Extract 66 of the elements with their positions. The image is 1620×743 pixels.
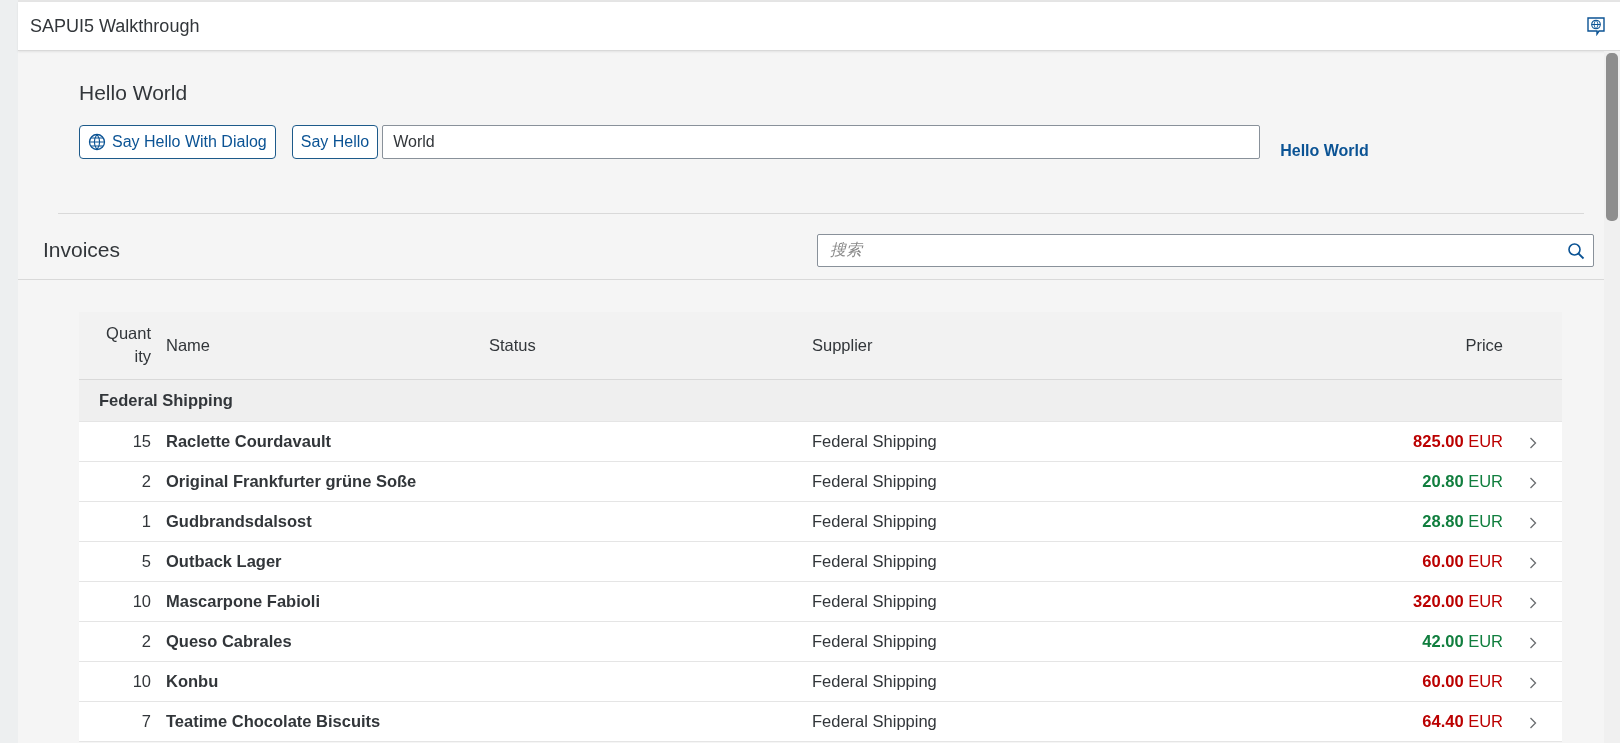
chevron-right-icon [1529, 556, 1537, 569]
chevron-right-icon [1529, 596, 1537, 609]
invoice-row[interactable]: 10 Konbu Federal Shipping 60.00 EUR [79, 661, 1562, 702]
quantity-text: 2 [141, 472, 151, 491]
chevron-right-icon [1529, 436, 1537, 449]
quantity-text: 1 [141, 512, 151, 531]
column-header: Supplier [812, 335, 873, 354]
chevron-right-icon [1529, 476, 1537, 489]
invoices-title: Invoices [43, 237, 121, 264]
product-name: Gudbrandsdalsost [166, 512, 312, 531]
supplier-name: Federal Shipping [812, 712, 937, 731]
invoice-row[interactable]: 10 Mascarpone Fabioli Federal Shipping 320.00 EUR [79, 581, 1562, 622]
chevron-right-icon [1529, 636, 1537, 649]
column-header: Price [1465, 335, 1503, 354]
price-text: 60.00 EUR [1422, 552, 1503, 571]
globe-icon [88, 132, 106, 151]
price-text: 60.00 EUR [1422, 672, 1503, 691]
quantity-text: 2 [141, 632, 151, 651]
price-text: 42.00 EUR [1422, 632, 1503, 651]
app-title: SAPUI5 Walkthrough [30, 14, 200, 38]
price-text: 825.00 EUR [1413, 432, 1503, 451]
quantity-text: 15 [132, 432, 151, 451]
quantity-text: 7 [141, 712, 151, 731]
say-hello-button[interactable]: Say Hello [291, 124, 379, 159]
group-header: Federal Shipping [99, 391, 233, 410]
product-name: Outback Lager [166, 552, 282, 571]
invoice-row[interactable]: 5 Outback Lager Federal Shipping 60.00 EUR [79, 541, 1562, 582]
invoice-row[interactable]: 1 Gudbrandsdalsost Federal Shipping 28.80 EUR [79, 501, 1562, 542]
name-input-field[interactable]: World [382, 124, 1261, 159]
quantity-text: 5 [141, 552, 151, 571]
supplier-name: Federal Shipping [812, 672, 937, 691]
scrollbar[interactable] [1604, 51, 1620, 743]
invoice-row[interactable]: 15 Raclette Courdavault Federal Shipping 825.00 EUR [79, 421, 1562, 462]
column-header: Quantity [105, 323, 151, 368]
invoice-row[interactable]: 2 Original Frankfurter grüne Soße Federal Shipping 20.80 EUR [79, 461, 1562, 502]
chevron-right-icon [1529, 676, 1537, 689]
supplier-name: Federal Shipping [812, 592, 937, 611]
say-hello-dialog-button[interactable]: Say Hello With Dialog [79, 124, 276, 159]
invoice-row[interactable]: 7 Teatime Chocolate Biscuits Federal Shipping 64.40 EUR [79, 701, 1562, 742]
panel-title: Hello World [79, 80, 189, 106]
chevron-right-icon [1529, 716, 1537, 729]
quantity-text: 10 [132, 592, 151, 611]
supplier-name: Federal Shipping [812, 432, 937, 451]
quantity-text: 10 [132, 672, 151, 691]
supplier-name: Federal Shipping [812, 632, 937, 651]
supplier-name: Federal Shipping [812, 472, 937, 491]
search-field[interactable]: 搜索 [817, 233, 1594, 267]
column-header: Name [166, 335, 210, 354]
supplier-name: Federal Shipping [812, 512, 937, 531]
search-icon[interactable] [1567, 241, 1585, 260]
price-text: 20.80 EUR [1422, 472, 1503, 491]
price-text: 28.80 EUR [1422, 512, 1503, 531]
product-name: Teatime Chocolate Biscuits [166, 712, 381, 731]
greeting-text: Hello World [1280, 140, 1369, 161]
product-name: Raclette Courdavault [166, 432, 332, 451]
price-text: 64.40 EUR [1422, 712, 1503, 731]
chevron-right-icon [1529, 516, 1537, 529]
product-name: Mascarpone Fabioli [166, 592, 321, 611]
product-name: Original Frankfurter grüne Soße [166, 472, 417, 491]
price-text: 320.00 EUR [1413, 592, 1503, 611]
column-header: Status [489, 335, 536, 354]
feedback-globe-icon[interactable] [1586, 16, 1606, 36]
invoice-row[interactable]: 2 Queso Cabrales Federal Shipping 42.00 EUR [79, 621, 1562, 662]
product-name: Konbu [166, 672, 219, 691]
product-name: Queso Cabrales [166, 632, 292, 651]
supplier-name: Federal Shipping [812, 552, 937, 571]
